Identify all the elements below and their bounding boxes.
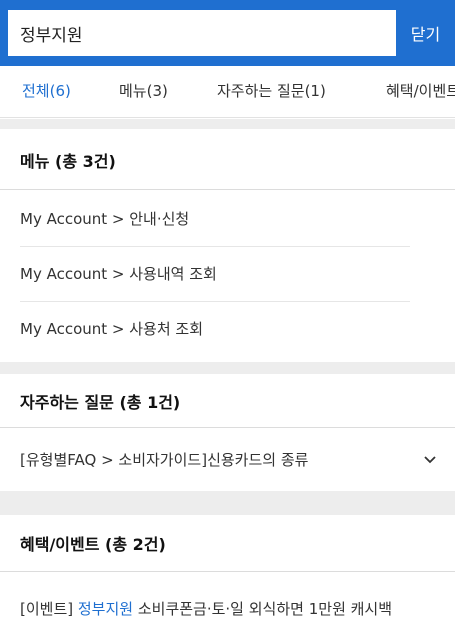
divider [0, 189, 455, 190]
close-button[interactable]: 닫기 [396, 10, 455, 56]
divider [0, 571, 455, 572]
search-header: 닫기 [0, 0, 455, 66]
event-item[interactable]: [이벤트] 정부지원 소비쿠폰금·토·일 외식하면 1만원 캐시백 [20, 598, 392, 619]
category-tabs: 전체(6) 메뉴(3) 자주하는 질문(1) 혜택/이벤트(2) [0, 66, 455, 118]
divider [20, 301, 410, 302]
section-gap [0, 491, 455, 515]
list-item[interactable]: My Account > 사용처 조회 [20, 318, 203, 339]
section-gap [0, 362, 455, 374]
event-highlight: 정부지원 [77, 600, 134, 618]
tab-all[interactable]: 전체(6) [22, 66, 71, 117]
tab-events[interactable]: 혜택/이벤트(2) [386, 66, 455, 117]
divider [20, 246, 410, 247]
section-gap [0, 119, 455, 129]
tab-menu[interactable]: 메뉴(3) [119, 66, 168, 117]
list-item[interactable]: My Account > 안내·신청 [20, 208, 189, 229]
menu-section-title: 메뉴 (총 3건) [20, 152, 116, 171]
list-item[interactable]: My Account > 사용내역 조회 [20, 263, 217, 284]
faq-section-title: 자주하는 질문 (총 1건) [20, 393, 181, 412]
divider [0, 427, 455, 428]
tab-faq[interactable]: 자주하는 질문(1) [217, 66, 326, 117]
search-input[interactable] [8, 10, 396, 56]
event-suffix: 소비쿠폰금·토·일 외식하면 1만원 캐시백 [133, 600, 393, 618]
event-prefix: [이벤트] [20, 600, 78, 618]
event-section-title: 혜택/이벤트 (총 2건) [20, 535, 166, 554]
faq-item[interactable]: [유형별FAQ > 소비자가이드]신용카드의 종류 [20, 449, 308, 470]
chevron-down-icon[interactable] [423, 453, 437, 467]
